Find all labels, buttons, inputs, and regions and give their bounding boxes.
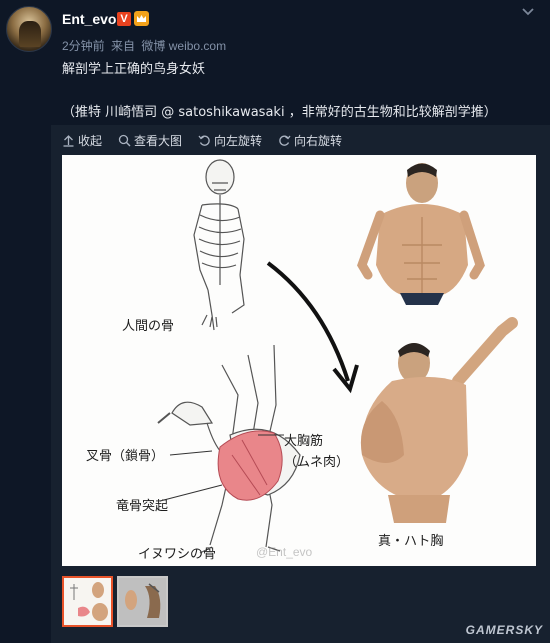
label-true-pigeon-chest: 真・ハト胸	[378, 534, 444, 549]
rotate-left-button[interactable]: 向左旋转	[198, 132, 262, 149]
post-text-line-2: （推特 川崎悟司 @ satoshikawasaki ，非常好的古生物和比较解剖…	[62, 105, 497, 120]
post-text-line-1: 解剖学上正确的鸟身女妖	[62, 62, 206, 77]
label-pectoral: 大胸筋	[284, 434, 324, 449]
post-time[interactable]: 2分钟前	[62, 39, 105, 53]
rotate-left-icon	[198, 135, 210, 146]
post-meta: 2分钟前 来自 微博 weibo.com	[62, 37, 229, 54]
crown-icon	[134, 11, 149, 26]
label-keel: 竜骨突起	[116, 499, 169, 514]
post-image[interactable]: 人間の骨 叉骨（鎖骨） 大胸筋 （ムネ肉） 竜骨突起 イヌワシの骨 真・ハト胸 …	[62, 155, 536, 566]
image-watermark: @Ent_evo	[256, 545, 313, 559]
label-eagle-bones: イヌワシの骨	[138, 547, 217, 562]
label-pectoral-note: （ムネ肉）	[284, 455, 350, 470]
thumbnail-2-preview	[119, 578, 166, 625]
username[interactable]: Ent_evo	[62, 11, 116, 27]
thumbnail-1-preview	[64, 578, 111, 625]
thumbnail-2[interactable]	[117, 576, 168, 627]
human-torso-drawing	[357, 163, 485, 305]
rotate-right-label: 向右旋转	[294, 133, 343, 148]
thumbnail-strip	[62, 576, 168, 627]
verified-badge-icon: V	[117, 12, 131, 26]
magnifier-icon	[118, 134, 131, 146]
arrow-drawing	[266, 261, 350, 382]
collapse-button[interactable]: 收起	[62, 132, 102, 149]
post-source[interactable]: 微博 weibo.com	[141, 39, 226, 53]
label-furcula: 叉骨（鎖骨）	[86, 449, 165, 464]
avatar[interactable]	[6, 6, 52, 52]
collapse-icon	[63, 134, 74, 147]
label-human-bones: 人間の骨	[122, 319, 175, 334]
rotate-right-icon	[279, 135, 291, 146]
view-large-label: 查看大图	[134, 133, 183, 148]
view-large-button[interactable]: 查看大图	[118, 132, 182, 149]
chevron-down-icon[interactable]	[520, 6, 536, 18]
collapse-label: 收起	[78, 133, 103, 148]
site-logo: GAMERSKY	[465, 623, 543, 637]
image-toolbar: 收起 查看大图 向左旋转 向右旋转	[62, 131, 342, 149]
human-skeleton-drawing	[193, 159, 245, 331]
harpy-figure-drawing	[360, 317, 518, 523]
rotate-right-button[interactable]: 向右旋转	[278, 132, 342, 149]
from-label: 来自	[111, 39, 136, 53]
thumbnail-1[interactable]	[62, 576, 113, 627]
rotate-left-label: 向左旋转	[214, 133, 263, 148]
